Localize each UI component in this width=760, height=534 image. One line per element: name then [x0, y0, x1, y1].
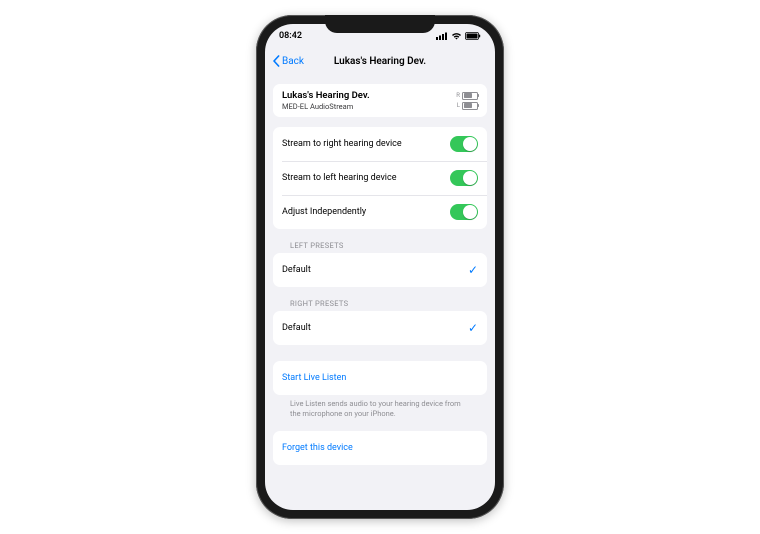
start-live-listen-label: Start Live Listen	[282, 373, 346, 383]
adjust-independently-row: Adjust Independently	[273, 195, 487, 229]
right-presets-header: RIGHT PRESETS	[273, 287, 487, 311]
right-preset-default-label: Default	[282, 323, 311, 333]
status-battery-icon	[465, 32, 481, 40]
stream-right-row: Stream to right hearing device	[273, 127, 487, 161]
adjust-independently-toggle[interactable]	[450, 204, 478, 220]
back-button-label: Back	[282, 56, 304, 67]
stream-right-label: Stream to right hearing device	[282, 139, 402, 149]
live-listen-footer: Live Listen sends audio to your hearing …	[273, 395, 487, 419]
wifi-icon	[451, 32, 462, 40]
chevron-left-icon	[271, 54, 281, 68]
device-info-group: Lukas's Hearing Dev. MED-EL AudioStream …	[273, 84, 487, 117]
content: Lukas's Hearing Dev. MED-EL AudioStream …	[265, 84, 495, 465]
device-info-row: Lukas's Hearing Dev. MED-EL AudioStream …	[273, 84, 487, 117]
stream-left-row: Stream to left hearing device	[273, 161, 487, 195]
adjust-independently-label: Adjust Independently	[282, 207, 366, 217]
stream-right-toggle[interactable]	[450, 136, 478, 152]
battery-r-label: R	[456, 92, 460, 99]
battery-icon	[462, 92, 478, 100]
forget-device-label: Forget this device	[282, 443, 353, 453]
device-model: MED-EL AudioStream	[282, 102, 370, 111]
back-button[interactable]: Back	[265, 54, 304, 68]
device-battery-levels: R L	[456, 92, 478, 110]
battery-l-label: L	[457, 102, 460, 109]
status-time: 08:42	[279, 31, 302, 41]
device-name: Lukas's Hearing Dev.	[282, 90, 370, 101]
start-live-listen-button[interactable]: Start Live Listen	[273, 361, 487, 395]
right-preset-default-row[interactable]: Default ✓	[273, 311, 487, 345]
right-presets-group: Default ✓	[273, 311, 487, 345]
nav-bar: Back Lukas's Hearing Dev.	[265, 48, 495, 74]
left-presets-header: LEFT PRESETS	[273, 229, 487, 253]
left-presets-group: Default ✓	[273, 253, 487, 287]
battery-icon	[462, 102, 478, 110]
left-preset-default-label: Default	[282, 265, 311, 275]
left-preset-default-row[interactable]: Default ✓	[273, 253, 487, 287]
screen: 08:42 Ba	[265, 24, 495, 510]
checkmark-icon: ✓	[468, 321, 478, 335]
live-listen-group: Start Live Listen	[273, 361, 487, 395]
stream-left-toggle[interactable]	[450, 170, 478, 186]
stream-left-label: Stream to left hearing device	[282, 173, 396, 183]
forget-device-group: Forget this device	[273, 431, 487, 465]
forget-device-button[interactable]: Forget this device	[273, 431, 487, 465]
checkmark-icon: ✓	[468, 263, 478, 277]
cellular-signal-icon	[436, 32, 448, 40]
stream-toggles-group: Stream to right hearing device Stream to…	[273, 127, 487, 229]
phone-frame: 08:42 Ba	[256, 15, 504, 519]
status-right	[436, 32, 481, 40]
notch	[325, 15, 435, 33]
